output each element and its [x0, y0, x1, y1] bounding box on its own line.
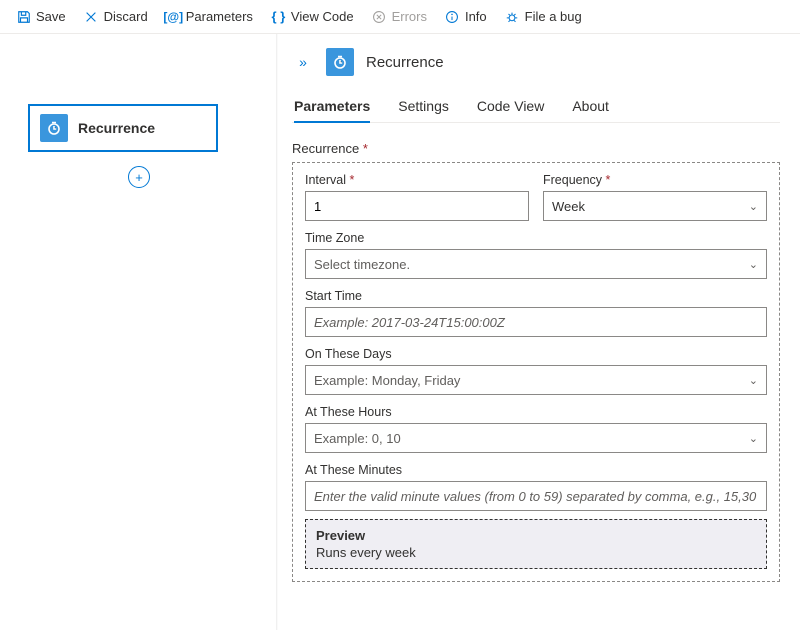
save-label: Save [36, 9, 66, 24]
file-bug-button[interactable]: File a bug [497, 5, 590, 28]
at-minutes-label: At These Minutes [305, 463, 767, 477]
file-bug-label: File a bug [525, 9, 582, 24]
designer-canvas: Recurrence + [0, 34, 278, 630]
discard-icon [84, 9, 99, 24]
recurrence-node[interactable]: Recurrence [28, 104, 218, 152]
panel-header: » Recurrence [292, 48, 780, 76]
preview-desc: Runs every week [316, 545, 756, 560]
frequency-value: Week [552, 199, 585, 214]
on-days-value: Example: Monday, Friday [314, 373, 460, 388]
panel-title: Recurrence [366, 54, 444, 71]
parameters-button[interactable]: [@] Parameters [158, 5, 261, 28]
parameters-label: Parameters [186, 9, 253, 24]
panel-tabs: Parameters Settings Code View About [292, 90, 780, 123]
recurrence-fieldset: Interval * Frequency * Week ⌄ Time Zone … [292, 162, 780, 582]
start-time-input[interactable] [305, 307, 767, 337]
node-label: Recurrence [78, 120, 155, 136]
timezone-label: Time Zone [305, 231, 767, 245]
at-hours-label: At These Hours [305, 405, 767, 419]
view-code-button[interactable]: { } View Code [263, 5, 362, 28]
at-hours-value: Example: 0, 10 [314, 431, 401, 446]
braces-icon: { } [271, 9, 286, 24]
on-days-label: On These Days [305, 347, 767, 361]
interval-input[interactable] [305, 191, 529, 221]
timezone-value: Select timezone. [314, 257, 410, 272]
frequency-label: Frequency * [543, 173, 767, 187]
info-button[interactable]: Info [437, 5, 495, 28]
timer-icon [40, 114, 68, 142]
tab-settings[interactable]: Settings [398, 90, 449, 122]
at-minutes-input[interactable] [305, 481, 767, 511]
toolbar: Save Discard [@] Parameters { } View Cod… [0, 0, 800, 34]
required-marker: * [363, 141, 368, 156]
parameters-icon: [@] [166, 9, 181, 24]
errors-label: Errors [392, 9, 427, 24]
timer-icon [326, 48, 354, 76]
at-hours-select[interactable]: Example: 0, 10 ⌄ [305, 423, 767, 453]
info-icon [445, 9, 460, 24]
save-button[interactable]: Save [8, 5, 74, 28]
info-label: Info [465, 9, 487, 24]
on-days-select[interactable]: Example: Monday, Friday ⌄ [305, 365, 767, 395]
save-icon [16, 9, 31, 24]
timezone-select[interactable]: Select timezone. ⌄ [305, 249, 767, 279]
plus-icon: + [135, 170, 143, 185]
errors-button: Errors [364, 5, 435, 28]
view-code-label: View Code [291, 9, 354, 24]
bug-icon [505, 9, 520, 24]
chevron-down-icon: ⌄ [749, 432, 758, 445]
collapse-button[interactable]: » [292, 51, 314, 73]
tab-about[interactable]: About [572, 90, 609, 122]
add-step-button[interactable]: + [128, 166, 150, 188]
preview-box: Preview Runs every week [305, 519, 767, 569]
section-label: Recurrence * [292, 141, 780, 156]
discard-label: Discard [104, 9, 148, 24]
chevron-down-icon: ⌄ [749, 374, 758, 387]
discard-button[interactable]: Discard [76, 5, 156, 28]
preview-title: Preview [316, 528, 756, 543]
chevron-down-icon: ⌄ [749, 200, 758, 213]
chevron-right-icon: » [299, 54, 307, 70]
start-time-label: Start Time [305, 289, 767, 303]
interval-label: Interval * [305, 173, 529, 187]
errors-icon [372, 9, 387, 24]
properties-panel: » Recurrence Parameters Settings Code Vi… [278, 34, 800, 630]
main-area: Recurrence + » Recurrence Parameters Set… [0, 34, 800, 630]
tab-code-view[interactable]: Code View [477, 90, 544, 122]
frequency-select[interactable]: Week ⌄ [543, 191, 767, 221]
chevron-down-icon: ⌄ [749, 258, 758, 271]
tab-parameters[interactable]: Parameters [294, 90, 370, 122]
